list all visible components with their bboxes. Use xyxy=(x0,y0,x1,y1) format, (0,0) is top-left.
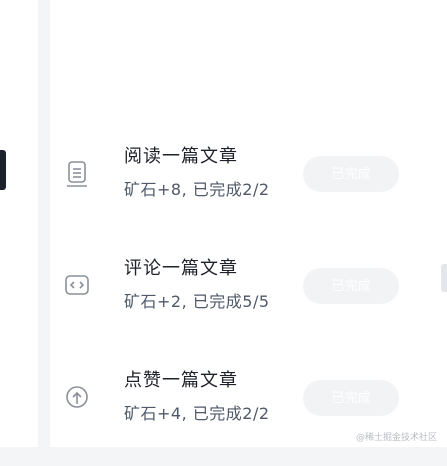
like-icon xyxy=(62,382,92,412)
task-completed-button[interactable]: 已完成 xyxy=(303,156,399,192)
task-reward: 矿石+8, 已完成2/2 xyxy=(124,180,270,199)
code-icon xyxy=(62,270,92,300)
task-row: 点赞一篇文章 矿石+4, 已完成2/2 已完成 xyxy=(50,354,447,466)
task-reward: 矿石+2, 已完成5/5 xyxy=(124,292,270,311)
task-title: 阅读一篇文章 xyxy=(124,146,238,167)
task-completed-button[interactable]: 已完成 xyxy=(303,268,399,304)
task-row: 阅读一篇文章 矿石+8, 已完成2/2 已完成 xyxy=(50,130,447,242)
active-indicator xyxy=(0,150,6,190)
task-completed-button[interactable]: 已完成 xyxy=(303,380,399,416)
task-reward: 矿石+4, 已完成2/2 xyxy=(124,404,270,423)
task-title: 评论一篇文章 xyxy=(124,258,238,279)
watermark: @稀土掘金技术社区 xyxy=(355,433,437,443)
task-row: 评论一篇文章 矿石+2, 已完成5/5 已完成 xyxy=(50,242,447,354)
task-title: 点赞一篇文章 xyxy=(124,370,238,391)
document-icon xyxy=(62,158,92,188)
scroll-indicator xyxy=(441,264,447,292)
side-panel xyxy=(0,0,38,447)
